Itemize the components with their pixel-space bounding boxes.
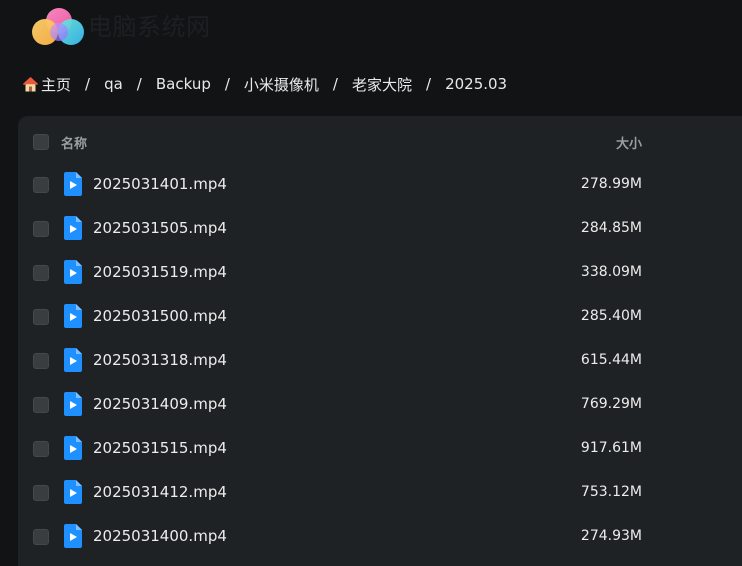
home-icon — [22, 76, 39, 93]
breadcrumb-separator: / — [224, 75, 230, 93]
site-brand-name[interactable]: 电脑系统网 — [88, 12, 211, 42]
row-checkbox[interactable] — [33, 353, 49, 369]
select-all-checkbox[interactable] — [33, 134, 49, 150]
file-size: 615.44M — [580, 352, 642, 368]
file-size: 338.09M — [580, 264, 642, 280]
file-name[interactable]: 2025031318.mp4 — [93, 351, 227, 369]
file-name[interactable]: 2025031505.mp4 — [93, 219, 227, 237]
breadcrumb-item-qa[interactable]: qa — [104, 75, 123, 93]
video-file-icon — [64, 304, 82, 328]
file-name[interactable]: 2025031519.mp4 — [93, 263, 227, 281]
row-checkbox[interactable] — [33, 221, 49, 237]
file-row[interactable]: 2025031400.mp4 274.93M — [18, 515, 742, 559]
breadcrumb-item-camera[interactable]: 小米摄像机 — [244, 74, 319, 95]
video-file-icon — [64, 348, 82, 372]
file-size: 753.12M — [580, 484, 642, 500]
file-row[interactable]: 2025031515.mp4 917.61M — [18, 427, 742, 471]
file-row[interactable]: 2025031519.mp4 338.09M — [18, 251, 742, 295]
cloud-logo-icon[interactable] — [30, 6, 88, 46]
video-file-icon — [64, 524, 82, 548]
row-checkbox[interactable] — [33, 441, 49, 457]
row-checkbox[interactable] — [33, 177, 49, 193]
file-size: 274.93M — [580, 528, 642, 544]
file-size: 278.99M — [580, 176, 642, 192]
file-list-header: 名称 大小 — [18, 116, 742, 168]
breadcrumb-separator: / — [85, 75, 91, 93]
file-row[interactable]: 2025031500.mp4 285.40M — [18, 295, 742, 339]
breadcrumb-separator: / — [426, 75, 432, 93]
file-row[interactable]: 2025031412.mp4 753.12M — [18, 471, 742, 515]
file-row[interactable]: 2025031401.mp4 278.99M — [18, 163, 742, 207]
file-name[interactable]: 2025031401.mp4 — [93, 175, 227, 193]
breadcrumb-separator: / — [136, 75, 142, 93]
breadcrumb-home[interactable]: 主页 — [22, 74, 71, 95]
row-checkbox[interactable] — [33, 309, 49, 325]
file-size: 769.29M — [580, 396, 642, 412]
video-file-icon — [64, 260, 82, 284]
column-header-size[interactable]: 大小 — [616, 133, 642, 152]
video-file-icon — [64, 392, 82, 416]
file-size: 917.61M — [580, 440, 642, 456]
breadcrumb-item-backup[interactable]: Backup — [156, 75, 211, 93]
video-file-icon — [64, 172, 82, 196]
file-list: 名称 大小 2025031401.mp4 278.99M 2025031505.… — [18, 116, 742, 566]
video-file-icon — [64, 480, 82, 504]
breadcrumb: 主页 / qa / Backup / 小米摄像机 / 老家大院 / 2025.0… — [22, 72, 507, 96]
file-size: 284.85M — [580, 220, 642, 236]
row-checkbox[interactable] — [33, 485, 49, 501]
video-file-icon — [64, 436, 82, 460]
file-row[interactable]: 2025031318.mp4 615.44M — [18, 339, 742, 383]
row-checkbox[interactable] — [33, 529, 49, 545]
row-checkbox[interactable] — [33, 397, 49, 413]
breadcrumb-label: 主页 — [41, 75, 72, 94]
column-header-name[interactable]: 名称 — [61, 133, 87, 152]
row-checkbox[interactable] — [33, 265, 49, 281]
breadcrumb-separator: / — [332, 75, 338, 93]
file-name[interactable]: 2025031500.mp4 — [93, 307, 227, 325]
breadcrumb-item-yard[interactable]: 老家大院 — [352, 74, 412, 95]
file-name[interactable]: 2025031409.mp4 — [93, 395, 227, 413]
file-row[interactable]: 2025031409.mp4 769.29M — [18, 383, 742, 427]
site-header: 电脑系统网 — [0, 0, 742, 56]
file-size: 285.40M — [580, 308, 642, 324]
video-file-icon — [64, 216, 82, 240]
file-name[interactable]: 2025031412.mp4 — [93, 483, 227, 501]
file-name[interactable]: 2025031400.mp4 — [93, 527, 227, 545]
file-name[interactable]: 2025031515.mp4 — [93, 439, 227, 457]
breadcrumb-item-current[interactable]: 2025.03 — [445, 75, 507, 93]
file-row[interactable]: 2025031505.mp4 284.85M — [18, 207, 742, 251]
